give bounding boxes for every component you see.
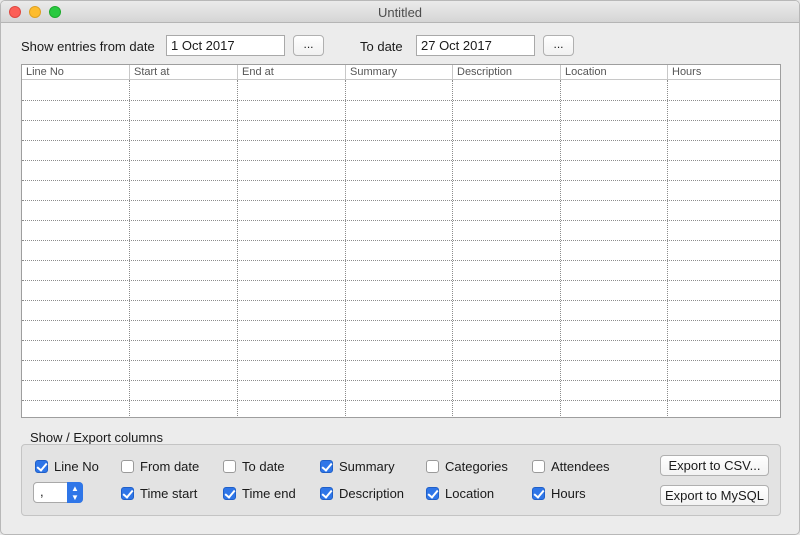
checkbox-label: Hours (551, 486, 586, 501)
column-header-location[interactable]: Location (560, 65, 667, 80)
checkbox-attendees[interactable]: Attendees (532, 459, 610, 474)
checkbox-location[interactable]: Location (426, 486, 494, 501)
checkbox-label: Attendees (551, 459, 610, 474)
column-header-description[interactable]: Description (452, 65, 560, 80)
checkbox-checked-icon[interactable] (35, 460, 48, 473)
checkbox-label: Location (445, 486, 495, 501)
checkbox-label: From date (140, 459, 200, 474)
table-column-divider (667, 80, 668, 417)
from-date-label: Show entries from date (21, 39, 155, 54)
table-header: Line No Start at End at Summary Descript… (22, 65, 780, 80)
checkbox-from-date[interactable]: From date (121, 459, 199, 474)
column-header-line-no[interactable]: Line No (22, 65, 129, 80)
checkbox-unchecked-icon[interactable] (532, 460, 545, 473)
to-date-label: To date (360, 39, 403, 54)
checkbox-checked-icon[interactable] (320, 460, 333, 473)
checkbox-categories[interactable]: Categories (426, 459, 508, 474)
checkbox-summary[interactable]: Summary (320, 459, 395, 474)
title-bar[interactable]: Untitled (1, 1, 799, 23)
checkbox-unchecked-icon[interactable] (121, 460, 134, 473)
separator-combo[interactable]: , ▲ ▼ (33, 482, 83, 503)
table-column-divider (237, 80, 238, 417)
column-header-end-at[interactable]: End at (237, 65, 345, 80)
from-date-picker-button[interactable]: ... (293, 35, 324, 56)
window-title: Untitled (377, 5, 423, 20)
table-column-divider (129, 80, 130, 417)
checkbox-label: Categories (445, 459, 508, 474)
to-date-picker-button[interactable]: ... (543, 35, 574, 56)
to-date-field[interactable]: 27 Oct 2017 (416, 35, 535, 56)
checkbox-label: To date (242, 459, 285, 474)
table-column-divider (452, 80, 453, 417)
checkbox-time-start[interactable]: Time start (121, 486, 197, 501)
checkbox-hours[interactable]: Hours (532, 486, 586, 501)
column-header-hours[interactable]: Hours (667, 65, 780, 80)
checkbox-description[interactable]: Description (320, 486, 404, 501)
checkbox-label: Time end (242, 486, 296, 501)
export-mysql-button[interactable]: Export to MySQL (660, 485, 769, 506)
checkbox-time-end[interactable]: Time end (223, 486, 296, 501)
checkbox-unchecked-icon[interactable] (223, 460, 236, 473)
checkbox-checked-icon[interactable] (121, 487, 134, 500)
from-date-field[interactable]: 1 Oct 2017 (166, 35, 285, 56)
checkbox-checked-icon[interactable] (320, 487, 333, 500)
checkbox-checked-icon[interactable] (223, 487, 236, 500)
columns-group-label: Show / Export columns (30, 430, 163, 445)
checkbox-label: Summary (339, 459, 395, 474)
export-csv-button[interactable]: Export to CSV... (660, 455, 769, 476)
column-header-summary[interactable]: Summary (345, 65, 452, 80)
separator-value: , (40, 484, 44, 499)
checkbox-checked-icon[interactable] (532, 487, 545, 500)
checkbox-to-date[interactable]: To date (223, 459, 285, 474)
entries-table[interactable]: Line No Start at End at Summary Descript… (21, 64, 781, 418)
checkbox-label: Time start (140, 486, 198, 501)
checkbox-line-no[interactable]: Line No (35, 459, 99, 474)
checkbox-label: Line No (54, 459, 99, 474)
stepper-arrows-icon[interactable]: ▲ ▼ (67, 482, 83, 503)
checkbox-label: Description (339, 486, 405, 501)
table-column-divider (560, 80, 561, 417)
main-window: Untitled Show entries from date 1 Oct 20… (0, 0, 800, 535)
table-column-divider (345, 80, 346, 417)
column-header-start-at[interactable]: Start at (129, 65, 237, 80)
table-grid (22, 80, 780, 417)
checkbox-unchecked-icon[interactable] (426, 460, 439, 473)
checkbox-checked-icon[interactable] (426, 487, 439, 500)
